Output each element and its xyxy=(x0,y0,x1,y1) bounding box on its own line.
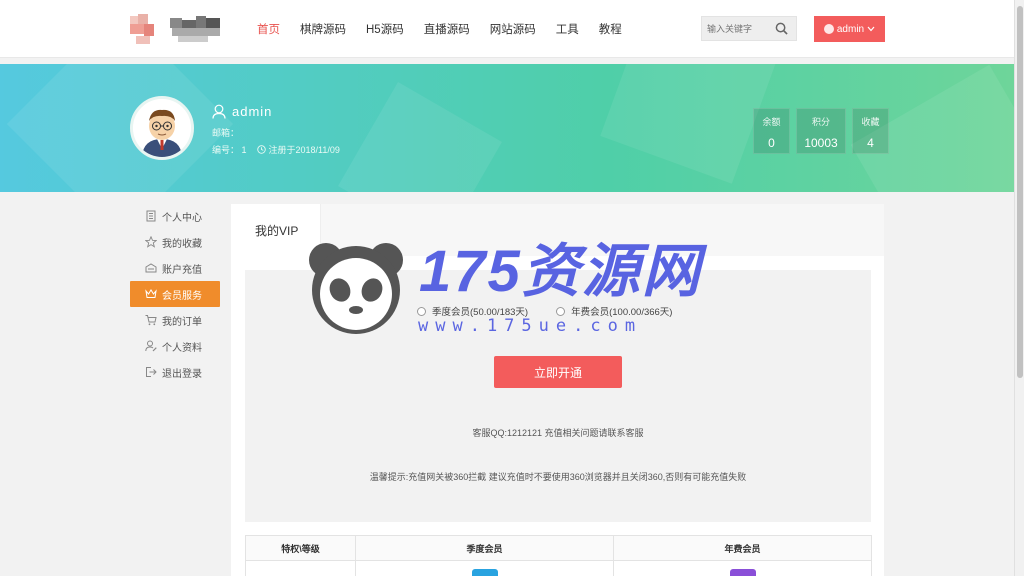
nav-item-tutorials[interactable]: 教程 xyxy=(599,21,622,37)
sidebar-item-logout[interactable]: 退出登录 xyxy=(130,359,220,385)
user-menu-button[interactable]: admin xyxy=(814,16,885,42)
registered-date: 注册于2018/11/09 xyxy=(268,145,340,155)
search-box xyxy=(701,16,797,41)
user-menu-label: admin xyxy=(836,23,865,35)
vip-options: 季度会员(50.00/183天) 年费会员(100.00/366天) xyxy=(417,304,672,318)
table-header-row: 特权\等级 季度会员 年费会员 xyxy=(245,535,872,561)
sidebar-item-profile[interactable]: 个人资料 xyxy=(130,333,220,359)
top-navbar: 首页 棋牌源码 H5源码 直播源码 网站源码 工具 教程 admin xyxy=(0,0,1014,58)
table-cell xyxy=(245,560,356,576)
vip-purchase-box: 季度会员(50.00/183天) 年费会员(100.00/366天) 立即开通 … xyxy=(245,270,871,522)
sidebar-item-orders[interactable]: 我的订单 xyxy=(130,307,220,333)
stat-favorites[interactable]: 收藏 4 xyxy=(852,108,889,154)
option-quarterly[interactable]: 季度会员(50.00/183天) xyxy=(417,304,528,318)
profile-meta: 编号： 1 注册于2018/11/09 xyxy=(212,143,340,156)
sidebar-item-label: 退出登录 xyxy=(162,368,202,380)
sidebar-item-label: 我的订单 xyxy=(162,316,202,328)
search-input[interactable] xyxy=(702,17,772,40)
stat-points[interactable]: 积分 10003 xyxy=(796,108,846,154)
support-qq-text: 客服QQ:1212121 充值相关问题请联系客服 xyxy=(472,428,644,438)
open-now-button[interactable]: 立即开通 xyxy=(494,356,622,388)
nav-item-tools[interactable]: 工具 xyxy=(556,21,579,37)
sidebar-item-recharge[interactable]: 账户充值 xyxy=(130,255,220,281)
crown-icon xyxy=(145,288,157,300)
vip-privilege-table: 特权\等级 季度会员 年费会员 xyxy=(245,535,872,576)
user-icon xyxy=(212,104,226,119)
banner-decoration xyxy=(338,82,502,192)
user-id-text: 编号： 1 xyxy=(212,145,247,155)
building-icon xyxy=(145,210,157,222)
user-edit-icon xyxy=(145,340,157,352)
option-annual-label: 年费会员(100.00/366天) xyxy=(571,307,673,318)
table-row xyxy=(245,560,872,576)
tab-my-vip[interactable]: 我的VIP xyxy=(231,204,321,257)
tab-bar: 我的VIP xyxy=(231,204,884,257)
nav-item-home[interactable]: 首页 xyxy=(257,21,280,37)
star-icon xyxy=(145,236,157,248)
stat-label: 积分 xyxy=(811,117,830,127)
sidebar-item-vip-service[interactable]: 会员服务 xyxy=(130,281,220,307)
logout-icon xyxy=(145,366,157,378)
stat-balance[interactable]: 余额 0 xyxy=(753,108,790,154)
page-scrollbar[interactable] xyxy=(1014,0,1024,576)
sidebar-item-label: 账户充值 xyxy=(162,264,202,276)
table-header-annual: 年费会员 xyxy=(613,535,872,561)
stat-label: 收藏 xyxy=(861,117,880,127)
annual-vip-icon xyxy=(729,569,756,576)
option-annual[interactable]: 年费会员(100.00/366天) xyxy=(556,304,672,318)
radio-quarterly[interactable] xyxy=(417,306,426,316)
sidebar: 个人中心 我的收藏 账户充值 会员服务 我的订单 个人资料 退出登录 xyxy=(130,203,220,385)
email-label: 邮箱： xyxy=(212,128,240,138)
radio-annual[interactable] xyxy=(556,306,566,316)
table-header-quarterly: 季度会员 xyxy=(355,535,614,561)
registered-info: 注册于2018/11/09 xyxy=(256,143,340,156)
sidebar-item-favorites[interactable]: 我的收藏 xyxy=(130,229,220,255)
table-header-privilege: 特权\等级 xyxy=(245,535,356,561)
table-cell xyxy=(613,560,872,576)
stat-value: 10003 xyxy=(804,136,838,150)
nav-item-h5-source[interactable]: H5源码 xyxy=(366,21,404,37)
warm-tip-text: 温馨提示:充值网关被360拦截 建议充值时不要使用360浏览器并且关闭360,否… xyxy=(369,472,747,482)
nav-item-chess-source[interactable]: 棋牌源码 xyxy=(300,21,346,37)
nav-item-live-source[interactable]: 直播源码 xyxy=(424,21,470,37)
main-panel: 我的VIP 季度会员(50.00/183天) 年费会员(100.00/366天)… xyxy=(231,204,884,576)
sidebar-item-label: 个人中心 xyxy=(162,212,202,224)
sidebar-item-label: 个人资料 xyxy=(162,342,202,354)
main-nav: 首页 棋牌源码 H5源码 直播源码 网站源码 工具 教程 xyxy=(257,0,642,58)
avatar[interactable] xyxy=(130,96,194,160)
stat-label: 余额 xyxy=(762,117,781,127)
username-text: admin xyxy=(232,104,273,119)
stat-value: 0 xyxy=(768,136,775,150)
nav-item-website-source[interactable]: 网站源码 xyxy=(490,21,536,37)
profile-username: admin xyxy=(212,104,272,119)
clock-icon xyxy=(256,145,266,154)
table-cell xyxy=(355,560,614,576)
option-quarterly-label: 季度会员(50.00/183天) xyxy=(432,307,529,318)
search-icon[interactable] xyxy=(772,20,790,38)
quarterly-vip-icon xyxy=(471,569,498,576)
banner-decoration xyxy=(6,64,234,192)
tab-bar-fill xyxy=(321,204,884,256)
cart-icon xyxy=(145,314,157,326)
sidebar-item-user-center[interactable]: 个人中心 xyxy=(130,203,220,229)
profile-stats: 余额 0 积分 10003 收藏 4 xyxy=(753,108,889,154)
sidebar-item-label: 会员服务 xyxy=(162,290,202,302)
site-logo[interactable] xyxy=(130,14,222,46)
profile-banner: admin 邮箱： 编号： 1 注册于2018/11/09 余额 0 积分 10… xyxy=(0,64,1014,192)
user-avatar-icon xyxy=(823,24,834,34)
scrollbar-thumb[interactable] xyxy=(1017,6,1023,378)
stat-value: 4 xyxy=(867,136,874,150)
wallet-icon xyxy=(145,262,157,274)
chevron-down-icon xyxy=(867,26,875,32)
sidebar-item-label: 我的收藏 xyxy=(162,238,202,250)
